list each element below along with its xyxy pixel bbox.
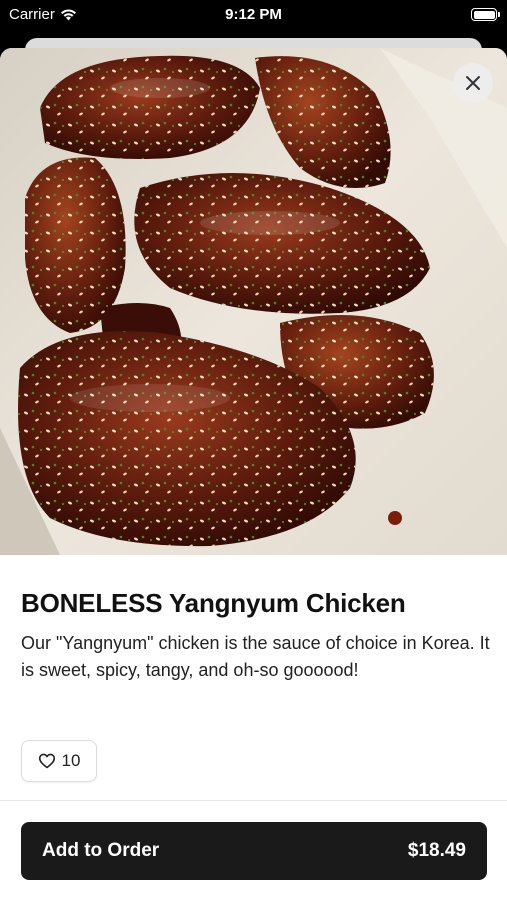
item-photo <box>0 48 507 555</box>
like-button[interactable]: 10 <box>21 740 97 782</box>
item-price: $18.49 <box>407 840 466 861</box>
add-to-order-label: Add to Order <box>42 840 160 861</box>
add-to-order-button[interactable]: Add to Order $18.49 <box>21 822 487 880</box>
item-title: BONELESS Yangnyum Chicken <box>21 588 406 618</box>
like-count: 10 <box>61 751 81 770</box>
close-button[interactable] <box>453 63 493 103</box>
item-detail-sheet: BONELESS Yangnyum Chicken Our "Yangnyum"… <box>0 48 507 900</box>
divider <box>0 800 507 801</box>
item-description: Our "Yangnyum" chicken is the sauce of c… <box>21 633 490 680</box>
battery-icon <box>471 8 500 21</box>
close-icon <box>466 76 480 90</box>
status-bar: Carrier 9:12 PM <box>0 0 507 30</box>
heart-icon <box>38 753 55 769</box>
status-time: 9:12 PM <box>225 6 282 23</box>
